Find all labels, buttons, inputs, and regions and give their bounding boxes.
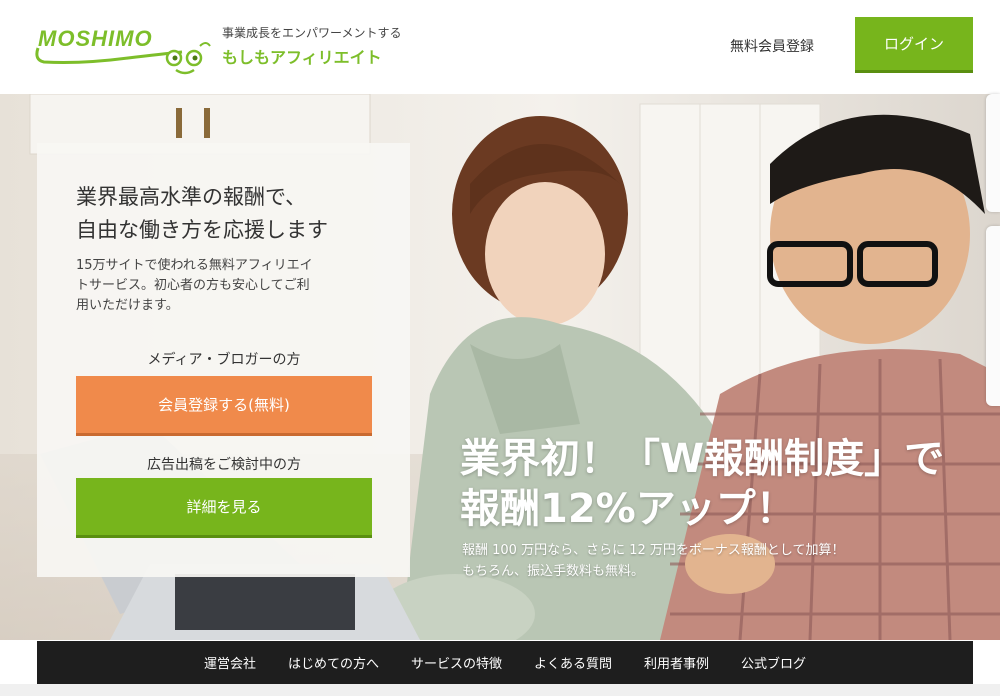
description-line: トサービス。初心者の方も安心してご利 xyxy=(76,278,310,293)
view-details-button[interactable]: 詳細を見る xyxy=(76,478,372,538)
nav-item-case-studies[interactable]: 利用者事例 xyxy=(644,653,709,672)
login-button[interactable]: ログイン xyxy=(855,17,973,73)
media-blogger-label: メディア・ブロガーの方 xyxy=(147,352,301,368)
nav-item-features[interactable]: サービスの特徴 xyxy=(411,653,502,672)
side-scroll-tab[interactable] xyxy=(986,226,1000,406)
description-line: 15万サイトで使われる無料アフィリエイ xyxy=(76,258,313,273)
free-signup-link[interactable]: 無料会員登録 xyxy=(730,36,814,56)
panel-headline: 業界最高水準の報酬で、 自由な働き方を応援します xyxy=(76,181,396,247)
side-scroll-tab[interactable] xyxy=(986,94,1000,212)
moshimo-logo[interactable]: MOSHIMO xyxy=(32,18,212,80)
headline-line: 業界最高水準の報酬で、 xyxy=(76,185,307,209)
tagline-sub: 事業成長をエンパワーメントする xyxy=(222,26,402,40)
headline-line: 自由な働き方を応援します xyxy=(76,218,328,242)
advertiser-label: 広告出稿をご検討中の方 xyxy=(147,457,301,473)
promo-subtext-line: もちろん、振込手数料も無料。 xyxy=(462,564,645,579)
promo-headline-line2: 報酬12%アップ！ xyxy=(460,486,796,532)
promo-subtext-line: 報酬 100 万円なら、さらに 12 万円をボーナス報酬として加算！ xyxy=(462,543,845,558)
promo-subtext: 報酬 100 万円なら、さらに 12 万円をボーナス報酬として加算！ もちろん、… xyxy=(462,540,845,582)
description-line: 用いただけます。 xyxy=(76,298,179,313)
panel-description: 15万サイトで使われる無料アフィリエイ トサービス。初心者の方も安心してご利 用… xyxy=(76,256,381,316)
nav-item-blog[interactable]: 公式ブログ xyxy=(741,653,806,672)
register-button[interactable]: 会員登録する(無料) xyxy=(76,376,372,436)
page-bottom-strip xyxy=(0,684,1000,696)
logo-wordmark: MOSHIMO xyxy=(38,26,153,51)
site-header: MOSHIMO 事業成長をエンパワーメントする もしもアフィリエイト 無料会員登… xyxy=(0,0,1000,94)
tagline-main: もしもアフィリエイト xyxy=(222,48,382,67)
nav-item-faq[interactable]: よくある質問 xyxy=(534,653,612,672)
nav-item-company[interactable]: 運営会社 xyxy=(204,653,256,672)
footer-nav-bar: 運営会社 はじめての方へ サービスの特徴 よくある質問 利用者事例 公式ブログ xyxy=(37,641,973,684)
nav-item-beginners[interactable]: はじめての方へ xyxy=(288,653,379,672)
